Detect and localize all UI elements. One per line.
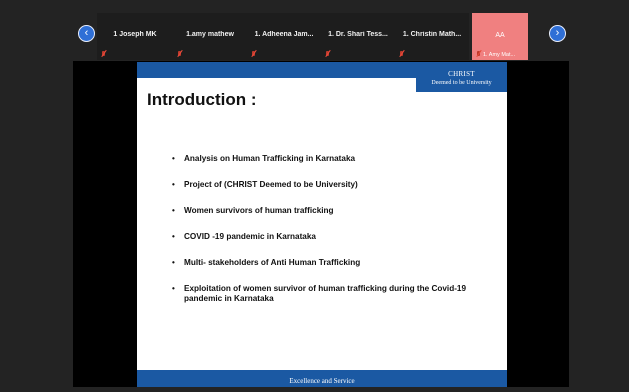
bullet-item: Exploitation of women survivor of human …	[172, 284, 487, 304]
bullet-list: Analysis on Human Trafficking in Karnata…	[172, 154, 487, 320]
participant-tile[interactable]: 1. Adheena Jam...	[247, 13, 321, 60]
participant-tile[interactable]: 1 Joseph MK	[97, 13, 173, 60]
participant-name: 1. Christin Math...	[402, 31, 462, 38]
slide-footer: Excellence and Service	[137, 370, 507, 387]
university-logo: CHRIST Deemed to be University	[416, 62, 507, 92]
presentation-slide: CHRIST Deemed to be University Introduct…	[137, 62, 507, 387]
participant-tile[interactable]: 1.amy mathew	[173, 13, 247, 60]
active-participant-tile[interactable]: AA 1. Amy Mat...	[472, 13, 528, 60]
participant-tile[interactable]: 1. Dr. Shari Tess...	[321, 13, 395, 60]
slide-title: Introduction :	[147, 90, 257, 109]
chevron-right-icon: ›	[555, 27, 560, 39]
participant-name: 1. Adheena Jam...	[254, 31, 314, 38]
bullet-item: COVID -19 pandemic in Karnataka	[172, 232, 487, 242]
bullet-item: Project of (CHRIST Deemed to be Universi…	[172, 180, 487, 190]
logo-line-2: Deemed to be University	[431, 80, 492, 86]
bullet-item: Multi- stakeholders of Anti Human Traffi…	[172, 258, 487, 268]
participant-name: 1. Dr. Shari Tess...	[328, 31, 388, 38]
mic-muted-icon	[476, 51, 481, 57]
avatar: AA	[495, 32, 505, 39]
mic-muted-icon	[325, 51, 330, 57]
participant-name: 1. Amy Mat...	[483, 52, 516, 58]
mic-muted-icon	[399, 51, 404, 57]
participant-tile[interactable]: 1. Christin Math...	[395, 13, 469, 60]
logo-line-1: CHRIST	[448, 70, 475, 78]
previous-participants-button[interactable]: ‹	[78, 25, 95, 42]
chevron-left-icon: ‹	[84, 27, 89, 39]
participant-name: 1 Joseph MK	[113, 31, 157, 38]
participant-name: 1.amy mathew	[186, 31, 234, 38]
mic-muted-icon	[251, 51, 256, 57]
mic-muted-icon	[101, 51, 106, 57]
bullet-item: Analysis on Human Trafficking in Karnata…	[172, 154, 487, 164]
next-participants-button[interactable]: ›	[549, 25, 566, 42]
bullet-item: Women survivors of human trafficking	[172, 206, 487, 216]
mic-muted-icon	[177, 51, 182, 57]
